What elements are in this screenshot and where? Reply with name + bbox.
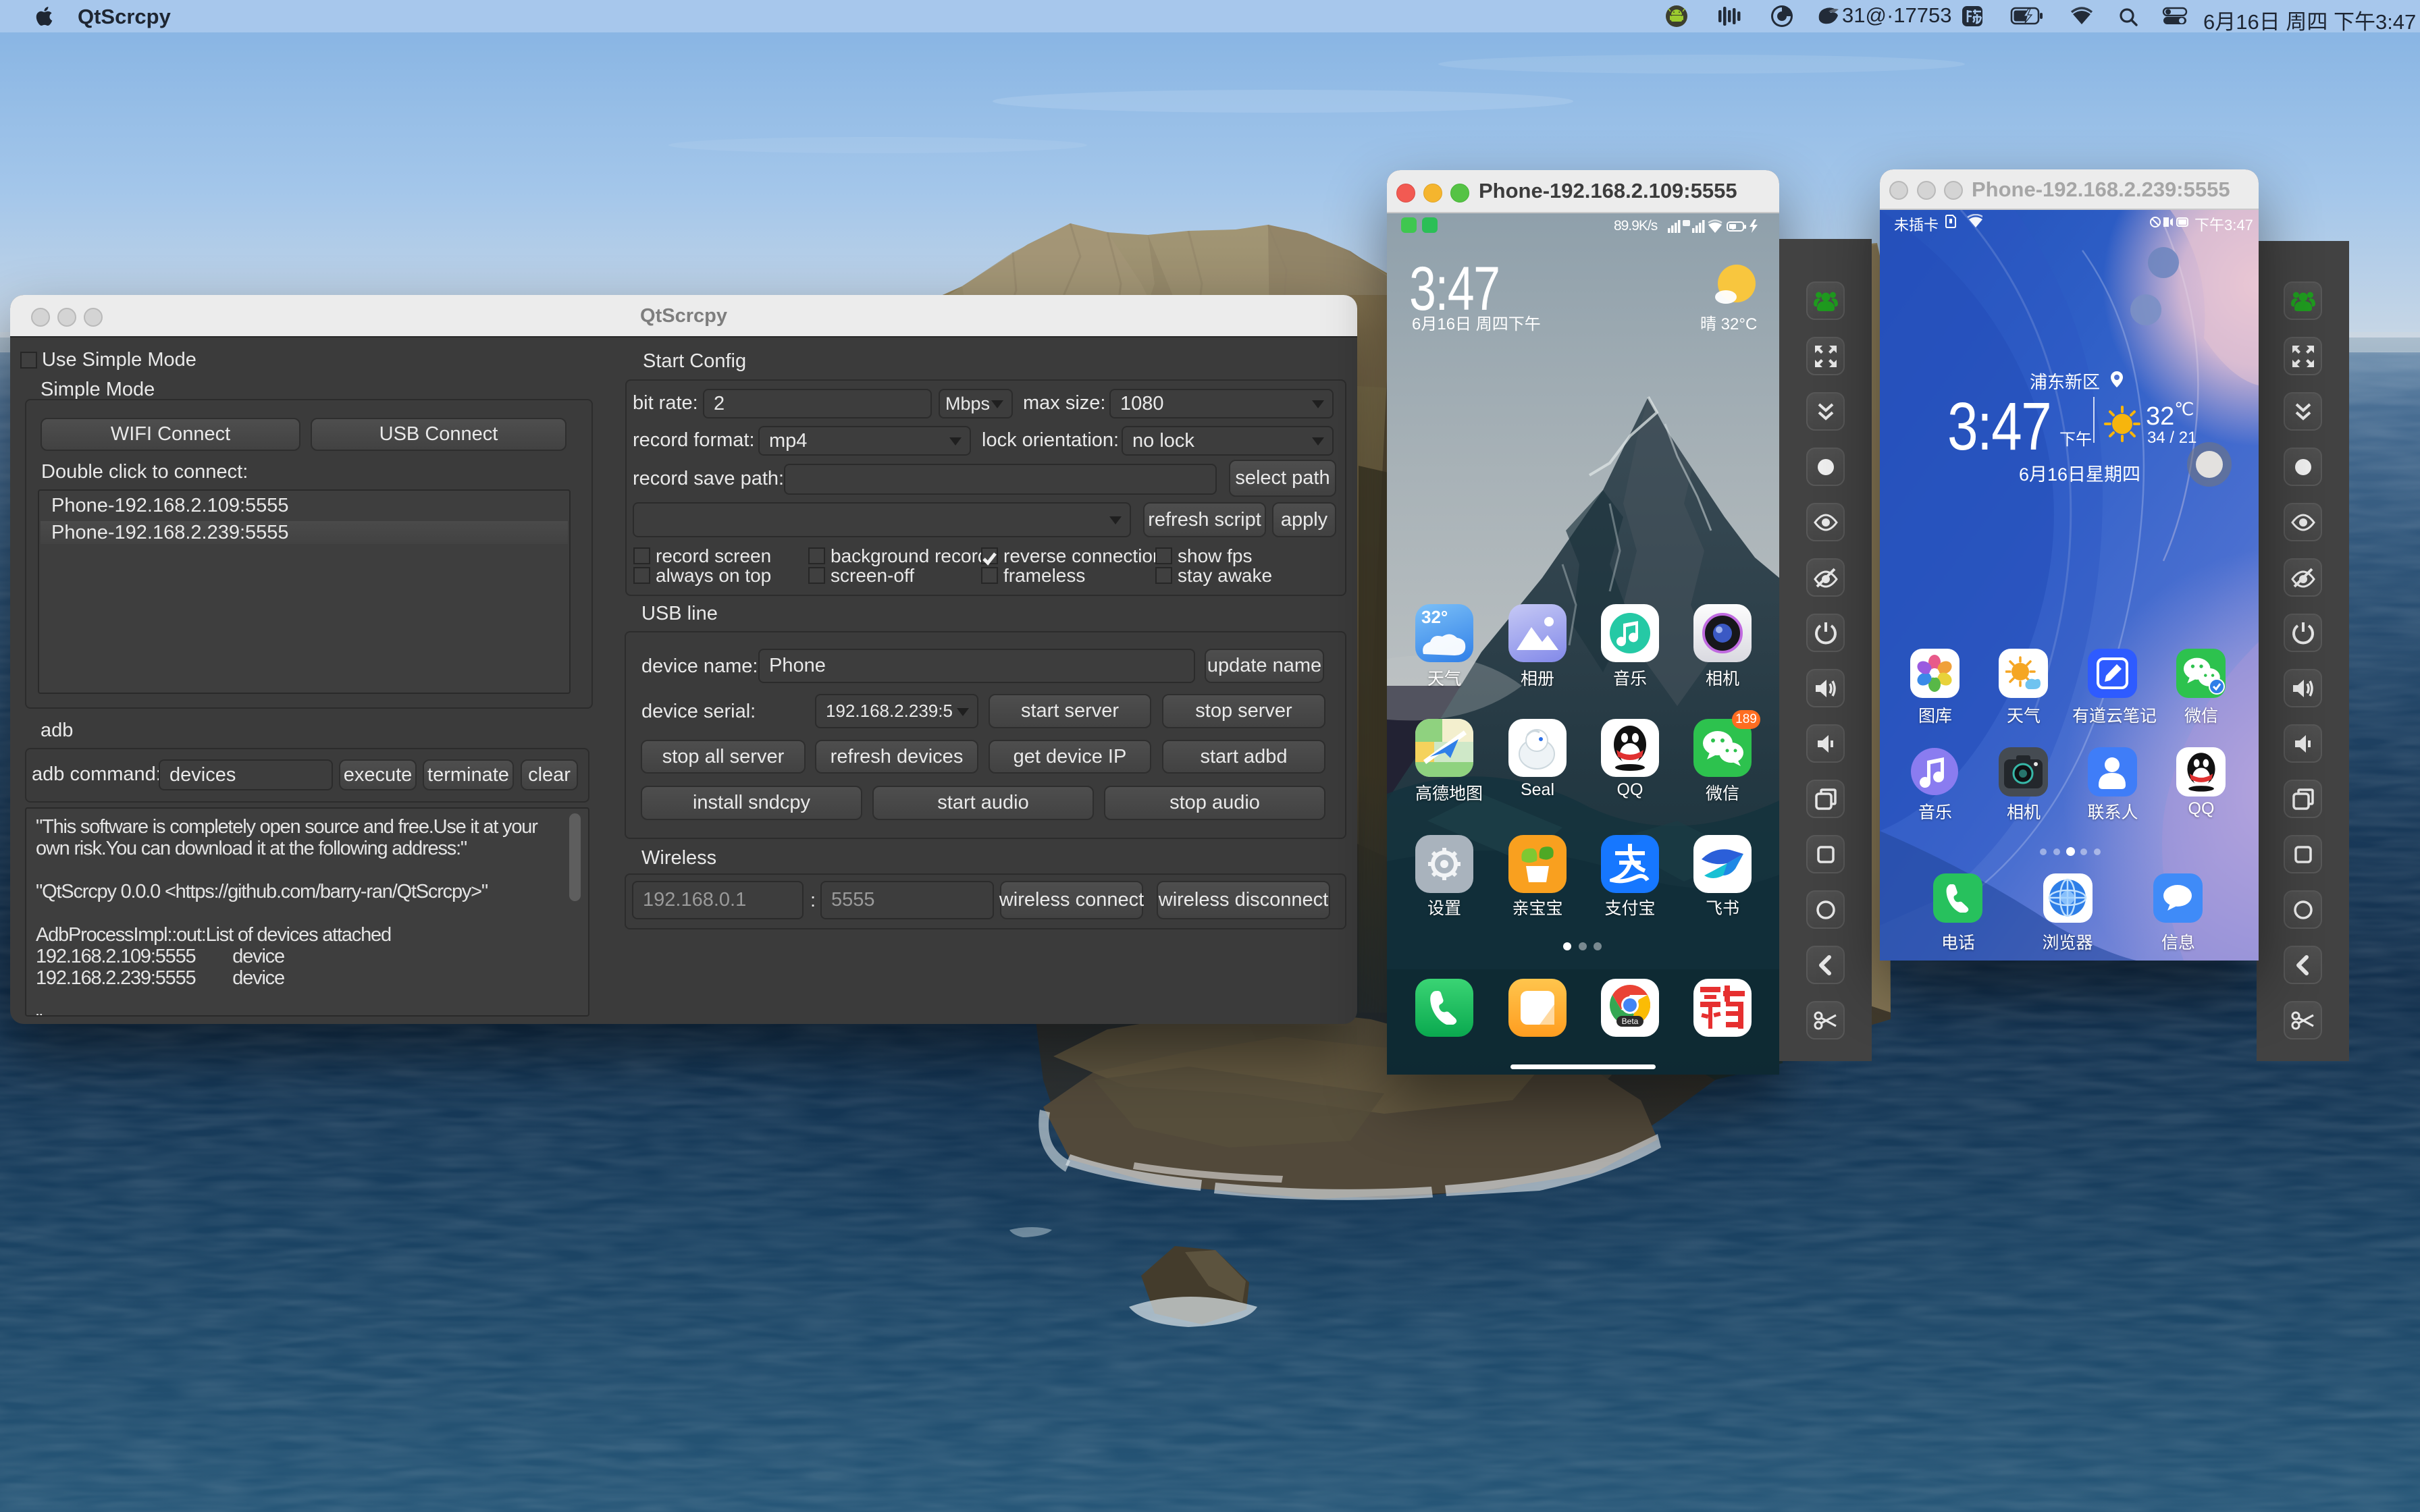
svg-text:5: 5 xyxy=(1731,224,1735,232)
svg-text:31@·17753: 31@·17753 xyxy=(1842,5,1951,27)
svg-text:Beta: Beta xyxy=(1622,1017,1639,1026)
